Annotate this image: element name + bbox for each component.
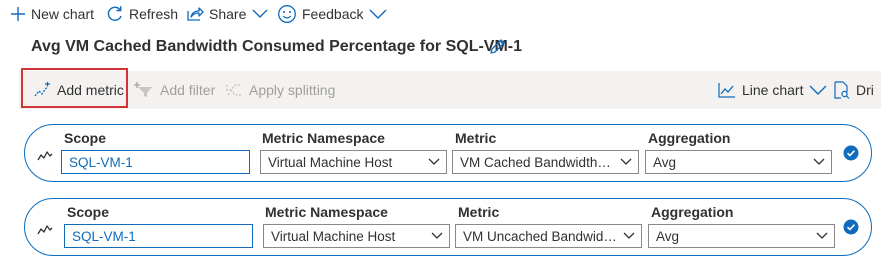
new-chart-button[interactable]: New chart: [10, 2, 94, 26]
chart-title: Avg VM Cached Bandwidth Consumed Percent…: [31, 38, 523, 55]
refresh-button[interactable]: Refresh: [106, 2, 178, 26]
chevron-down-icon: [809, 85, 827, 95]
aggregation-select[interactable]: Avg: [645, 150, 832, 174]
aggregation-label: Aggregation: [648, 130, 731, 146]
highlight-box: [21, 68, 128, 108]
line-chart-label: Line chart: [742, 82, 804, 98]
pencil-icon[interactable]: [488, 37, 507, 61]
chart-toolbar: Add metric Add filter Apply splitting Li…: [19, 71, 881, 109]
drill-into-logs-button[interactable]: Dri: [833, 71, 874, 109]
aggregation-value: Avg: [656, 228, 680, 244]
add-filter-button[interactable]: Add filter: [134, 71, 215, 109]
aggregation-value: Avg: [653, 154, 677, 170]
scope-field[interactable]: SQL-VM-1: [61, 150, 250, 174]
scope-value: SQL-VM-1: [69, 154, 133, 170]
chevron-down-icon: [617, 232, 641, 240]
metric-label: Metric: [458, 204, 500, 220]
scope-label: Scope: [67, 204, 110, 220]
share-button[interactable]: Share: [186, 2, 268, 26]
metric-label: Metric: [455, 130, 497, 146]
new-chart-label: New chart: [31, 6, 95, 22]
metric-sparkline-icon: [37, 223, 53, 241]
metric-row: Scope SQL-VM-1 Metric Namespace Virtual …: [24, 198, 872, 256]
metric-select[interactable]: VM Uncached Bandwidth Consumed Percentag…: [455, 224, 642, 248]
chevron-down-icon: [252, 9, 268, 19]
chart-type-dropdown[interactable]: Line chart: [718, 71, 827, 109]
chevron-down-icon: [614, 158, 638, 166]
metric-select[interactable]: VM Cached Bandwidth Consumed Percentage: [452, 150, 639, 174]
aggregation-label: Aggregation: [651, 204, 734, 220]
chevron-down-icon: [369, 9, 387, 19]
filter-plus-icon: [134, 82, 154, 98]
apply-splitting-button[interactable]: Apply splitting: [225, 71, 335, 109]
namespace-label: Metric Namespace: [265, 204, 388, 220]
chevron-down-icon: [422, 158, 446, 166]
namespace-label: Metric Namespace: [262, 130, 385, 146]
splitting-icon: [225, 82, 243, 98]
drill-label: Dri: [856, 82, 874, 98]
smiley-icon: [277, 4, 297, 24]
metric-value: VM Uncached Bandwidth Consumed Percentag…: [463, 228, 617, 244]
plus-icon: [10, 6, 26, 22]
add-filter-label: Add filter: [160, 82, 216, 98]
apply-splitting-label: Apply splitting: [249, 82, 336, 98]
namespace-select[interactable]: Virtual Machine Host: [260, 150, 447, 174]
chevron-down-icon: [425, 232, 449, 240]
namespace-select[interactable]: Virtual Machine Host: [263, 224, 450, 248]
scope-label: Scope: [64, 130, 107, 146]
refresh-icon: [106, 5, 124, 23]
aggregation-select[interactable]: Avg: [648, 224, 835, 248]
scope-value: SQL-VM-1: [72, 228, 136, 244]
metric-row: Scope SQL-VM-1 Metric Namespace Virtual …: [24, 124, 872, 182]
share-label: Share: [209, 6, 247, 22]
share-icon: [186, 6, 204, 22]
feedback-label: Feedback: [302, 6, 364, 22]
scope-field[interactable]: SQL-VM-1: [64, 224, 253, 248]
refresh-label: Refresh: [129, 6, 179, 22]
metric-sparkline-icon: [37, 149, 53, 167]
checkmark-circle-icon[interactable]: [843, 219, 859, 240]
document-search-icon: [833, 81, 850, 99]
feedback-button[interactable]: Feedback: [277, 2, 387, 26]
namespace-value: Virtual Machine Host: [271, 228, 396, 244]
metric-value: VM Cached Bandwidth Consumed Percentage: [460, 154, 614, 170]
chevron-down-icon: [810, 232, 834, 240]
namespace-value: Virtual Machine Host: [268, 154, 393, 170]
line-chart-icon: [718, 82, 736, 98]
chevron-down-icon: [807, 158, 831, 166]
checkmark-circle-icon[interactable]: [843, 145, 859, 166]
